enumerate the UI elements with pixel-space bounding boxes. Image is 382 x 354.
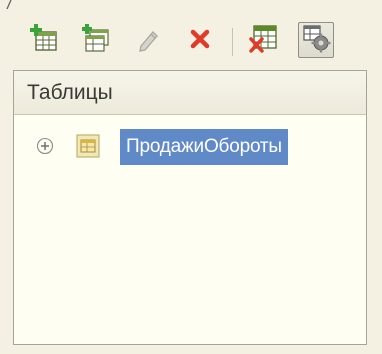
toolbar-separator — [232, 28, 233, 56]
expand-plus-icon[interactable] — [36, 137, 54, 155]
edit-button[interactable] — [130, 22, 166, 58]
table-gear-icon — [301, 23, 331, 58]
corner-mark — [4, 0, 14, 14]
add-copy-button[interactable] — [78, 22, 114, 58]
excel-export-button[interactable] — [246, 22, 282, 58]
delete-button[interactable] — [182, 22, 218, 58]
add-table-icon — [29, 23, 59, 58]
add-table-button[interactable] — [26, 22, 62, 58]
register-table-icon — [76, 134, 100, 158]
add-copy-icon — [81, 23, 111, 58]
toolbar — [22, 14, 362, 66]
panel-header: Таблицы — [14, 71, 366, 115]
pencil-icon — [133, 23, 163, 58]
tables-panel: Таблицы ПродажиОбороты — [13, 70, 367, 345]
delete-icon — [185, 23, 215, 58]
tree-item-label[interactable]: ПродажиОбороты — [120, 129, 288, 165]
excel-x-icon — [248, 22, 280, 59]
tree-item[interactable]: ПродажиОбороты — [14, 127, 366, 167]
settings-table-button[interactable] — [298, 22, 334, 58]
